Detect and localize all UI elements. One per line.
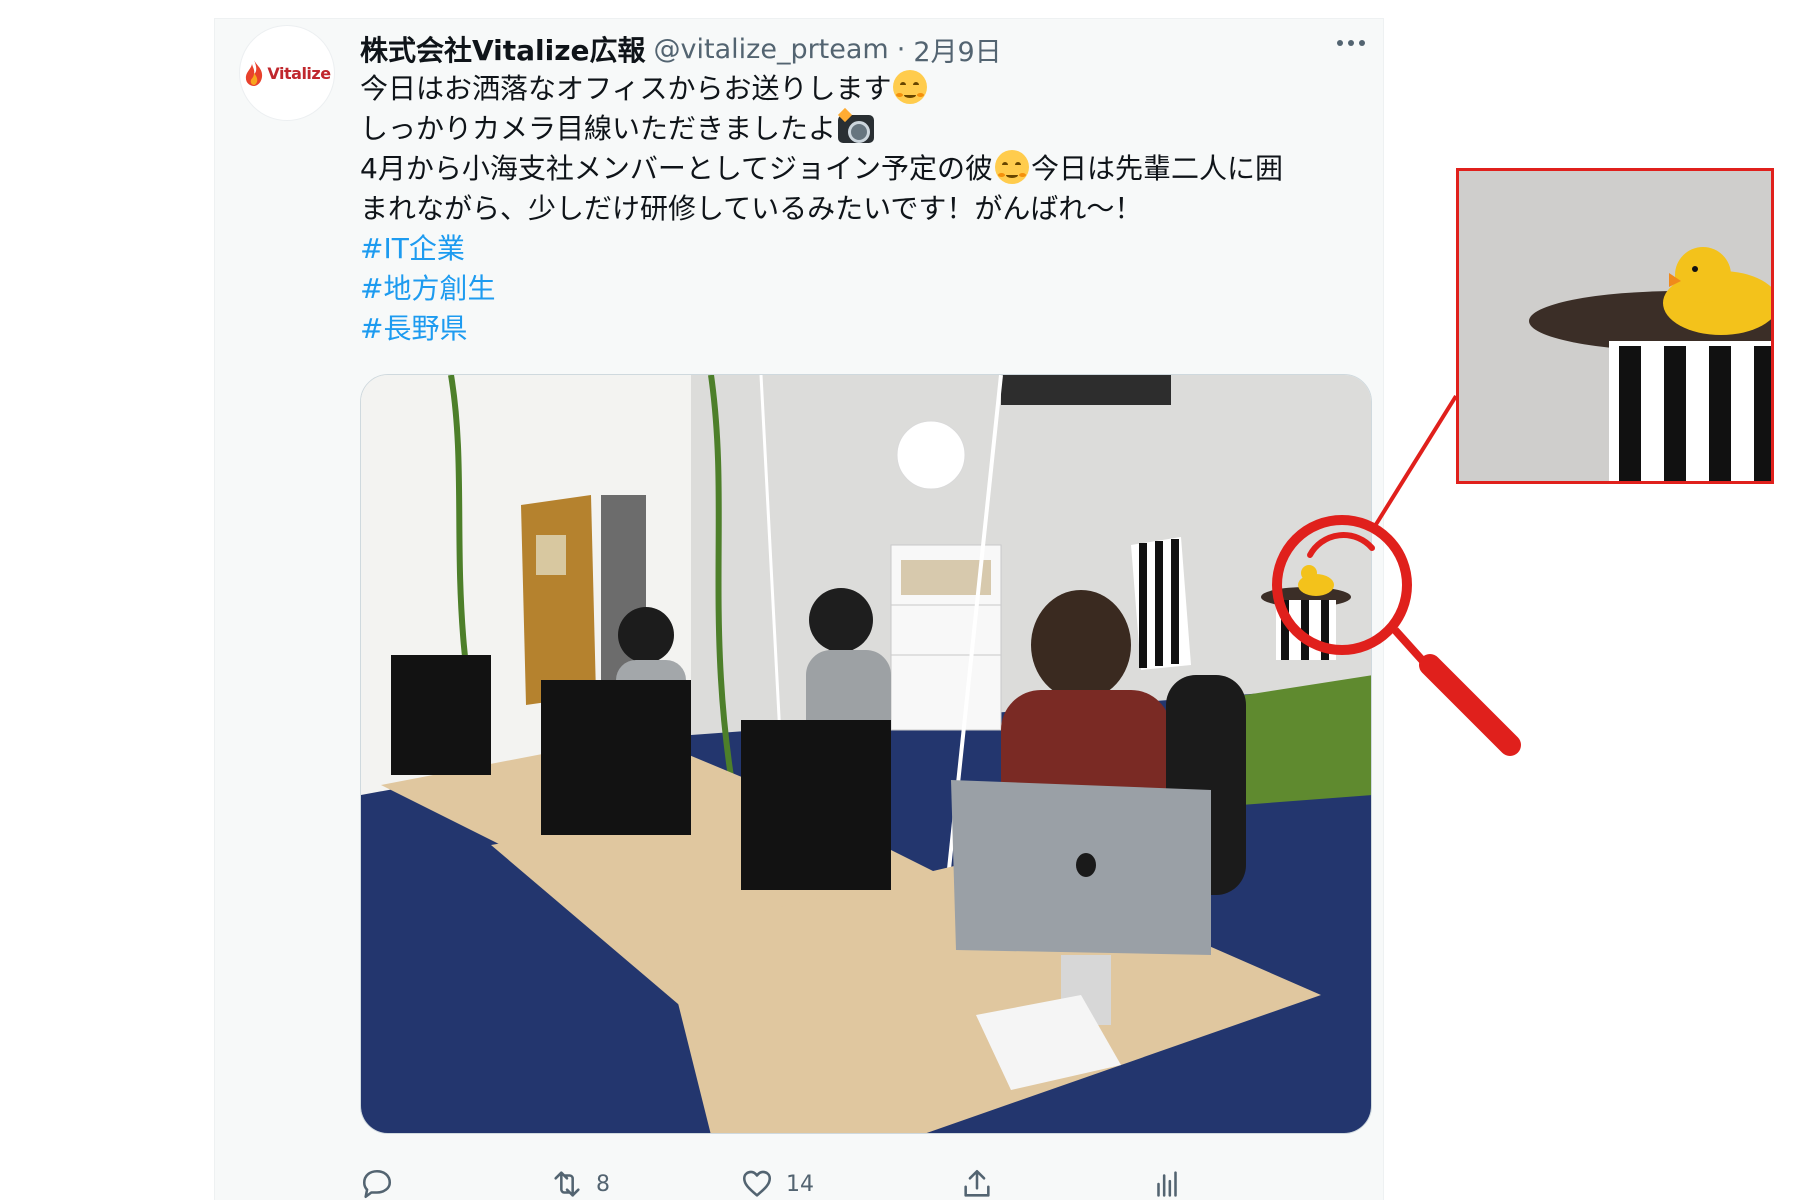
pointer-line xyxy=(1373,394,1458,528)
magnifier-icon xyxy=(1272,515,1412,655)
magnifier-annotation xyxy=(1272,394,1521,756)
